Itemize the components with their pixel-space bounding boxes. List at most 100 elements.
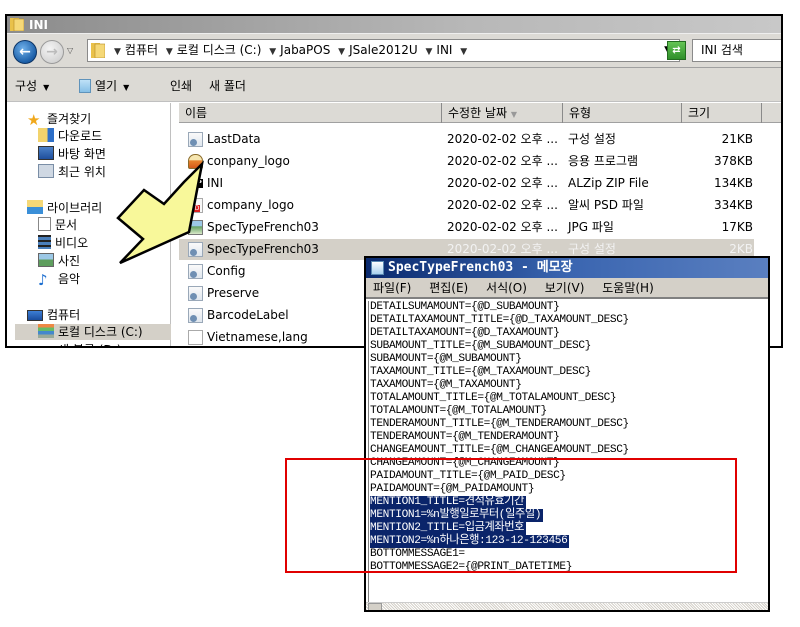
nav-label: 컴퓨터 [47,308,81,322]
chevron-down-icon[interactable]: ▼ [460,47,467,57]
file-row[interactable]: conpany_logo 2020-02-02 오후 ... 응용 프로그램 378K… [179,151,754,172]
nav-music[interactable]: ♪ 음악 [38,271,81,289]
nav-desktop[interactable]: 바탕 화면 [38,146,106,162]
open-button[interactable]: 열기 ▼ [79,77,129,94]
column-label: 크기 [688,106,711,120]
nav-pictures[interactable]: 사진 [38,253,80,269]
file-type: JPG 파일 [568,220,614,234]
film-icon [38,235,51,249]
menu-edit[interactable]: 편집(E) [429,281,468,295]
text-line: SUBAMOUNT_TITLE={@M_SUBAMOUNT_DESC} [370,340,768,353]
nav-local-disk[interactable]: 로컬 디스크 (C:) [15,324,171,340]
organize-label: 구성 [15,79,38,93]
file-name: Vietnamese,lang [207,330,308,344]
column-header-date[interactable]: 수정한 날짜 ▼ [442,103,563,123]
column-header-row: 이름 수정한 날짜 ▼ 유형 크기 [179,103,781,123]
column-header-type[interactable]: 유형 [563,103,682,123]
back-button[interactable]: ← [13,40,37,64]
organize-button[interactable]: 구성 ▼ [15,77,49,94]
text-line: CHANGEAMOUNT_TITLE={@M_CHANGEAMOUNT_DESC… [370,444,768,457]
file-size: 134KB [713,176,753,190]
chevron-down-icon[interactable]: ▼ [338,47,345,57]
nav-videos[interactable]: 비디오 [38,235,88,251]
chevron-down-icon[interactable]: ▼ [269,47,276,57]
nav-downloads[interactable]: 다운로드 [38,128,102,144]
music-note-icon: ♪ [38,271,48,289]
column-header-size[interactable]: 크기 [682,103,762,123]
print-button[interactable]: 인쇄 [170,77,192,94]
text-line-content: TENDERAMOUNT={@M_TENDERAMOUNT} [370,431,560,443]
file-type: 알씨 PSD 파일 [568,198,644,212]
nav-libraries[interactable]: 라이브러리 [27,200,102,216]
notepad-icon [371,261,384,275]
breadcrumb-item[interactable]: 컴퓨터 [125,43,158,57]
downloads-folder-icon [38,128,54,142]
file-row[interactable]: ZIPINI2020-02-02 오후 ...ALZip ZIP File134… [179,173,754,194]
blank-file-icon [188,330,203,345]
text-line-content: DETAILTAXAMOUNT_TITLE={@D_TAXAMOUNT_DESC… [370,314,629,326]
text-line-content: TAXAMOUNT_TITLE={@M_TAXAMOUNT_DESC} [370,366,591,378]
breadcrumb-item[interactable]: JabaPOS [280,43,330,57]
nav-favorites[interactable]: ★ 즐겨찾기 [27,111,92,128]
file-name: Preserve [207,286,260,300]
file-date: 2020-02-02 오후 ... [447,198,558,212]
text-line: SUBAMOUNT={@M_SUBAMOUNT} [370,353,768,366]
nav-label: 라이브러리 [47,201,103,215]
text-line-content: TAXAMOUNT={@M_TAXAMOUNT} [370,379,522,391]
menu-view[interactable]: 보기(V) [545,281,585,295]
chevron-down-icon[interactable]: ▼ [114,47,121,57]
horizontal-scrollbar[interactable] [366,602,768,610]
chevron-down-icon[interactable]: ▼ [166,47,173,57]
computer-icon [27,310,43,321]
recent-places-icon [38,164,54,178]
breadcrumb-item[interactable]: JSale2012U [349,43,418,57]
text-line: TENDERAMOUNT={@M_TENDERAMOUNT} [370,431,768,444]
notepad-title-bar[interactable]: SpecTypeFrench03 - 메모장 [366,258,768,278]
text-line-content: DETAILTAXAMOUNT={@D_TAXAMOUNT} [370,327,560,339]
text-line: TENDERAMOUNT_TITLE={@M_TENDERAMOUNT_DESC… [370,418,768,431]
address-breadcrumb[interactable]: ▼ 컴퓨터 ▼ 로컬 디스크 (C:) ▼ JabaPOS ▼ JSale2012U ▼… [87,39,680,62]
file-size: 21KB [721,132,753,146]
arrow-shape [116,160,204,265]
file-size: 334KB [713,198,753,212]
notepad-icon [79,79,91,93]
nav-label: 즐겨찾기 [47,112,92,126]
nav-label: 비디오 [55,236,89,250]
file-row[interactable]: LastData 2020-02-02 오후 ... 구성 설정 21KB [179,129,754,150]
nav-recent[interactable]: 최근 위치 [38,164,106,180]
text-line: TOTALAMOUNT={@M_TOTALAMOUNT} [370,405,768,418]
nav-label: 다운로드 [58,129,103,143]
scroll-left-button[interactable] [368,603,382,610]
file-type: ALZip ZIP File [568,176,649,190]
chevron-down-icon[interactable]: ▼ [425,47,432,57]
nav-label: 음악 [58,272,81,286]
file-row[interactable]: SpecTypeFrench03 2020-02-02 오후 ... JPG 파일 1… [179,217,754,238]
breadcrumb-item[interactable]: INI [436,43,452,57]
file-date: 2020-02-02 오후 ... [447,154,558,168]
column-header-name[interactable]: 이름 [179,103,442,123]
menu-help[interactable]: 도움말(H) [602,281,654,295]
drive-icon [38,324,54,338]
forward-arrow-icon: → [46,44,58,60]
annotation-arrow [116,160,204,265]
command-toolbar: 구성 ▼ 열기 ▼ 인쇄 새 폴더 [7,68,781,102]
picture-icon [38,253,54,267]
menu-format[interactable]: 서식(O) [486,281,527,295]
file-name: BarcodeLabel [207,308,289,322]
explorer-title-bar[interactable]: INI [7,16,781,34]
recent-pages-dropdown-icon[interactable]: ▽ [67,46,73,55]
nav-computer[interactable]: 컴퓨터 [27,307,80,323]
menu-file[interactable]: 파일(F) [373,281,411,295]
nav-documents[interactable]: 문서 [38,217,77,233]
refresh-button[interactable]: ⇄ [667,41,686,60]
file-row[interactable]: company_logo2020-02-02 오후 ...알씨 PSD 파일33… [179,195,754,216]
text-line: DETAILTAXAMOUNT_TITLE={@D_TAXAMOUNT_DESC… [370,314,768,327]
file-type: 구성 설정 [568,132,616,146]
text-line-content: TOTALAMOUNT_TITLE={@M_TOTALAMOUNT_DESC} [370,392,617,404]
breadcrumb-item[interactable]: 로컬 디스크 (C:) [177,43,262,57]
forward-button[interactable]: → [40,40,64,64]
search-input[interactable]: INI 검색 [692,39,781,62]
new-folder-button[interactable]: 새 폴더 [209,77,246,94]
nav-partial-volume[interactable]: 새 볼륨 (D:) [58,342,121,346]
text-line: TAXAMOUNT={@M_TAXAMOUNT} [370,379,768,392]
